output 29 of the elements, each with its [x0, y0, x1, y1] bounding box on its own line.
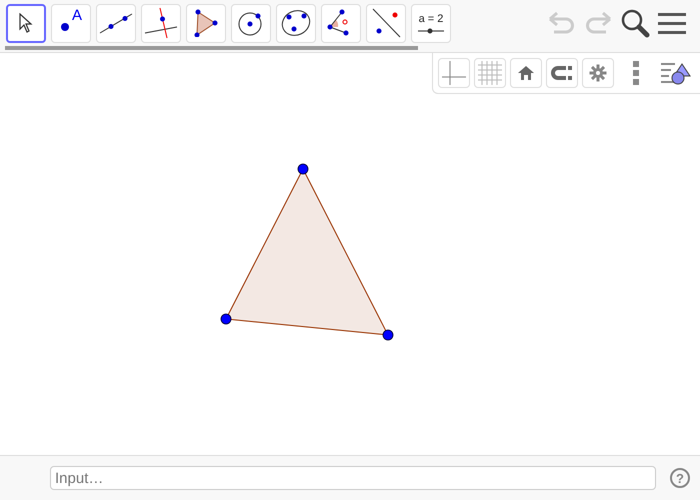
style-button[interactable]	[546, 58, 578, 88]
ellipse-icon	[280, 9, 312, 37]
search-button[interactable]	[620, 8, 650, 38]
shapes-icon	[661, 61, 691, 85]
style-button[interactable]	[438, 58, 470, 88]
axes-icon	[441, 60, 467, 86]
tool-button[interactable]: A	[51, 4, 91, 42]
point-icon	[60, 22, 70, 32]
pointer-icon	[19, 13, 33, 33]
reflect-icon	[370, 7, 402, 39]
more-icon	[633, 61, 639, 85]
slider-icon	[418, 28, 444, 34]
style-button[interactable]	[582, 58, 614, 88]
tool-button[interactable]: a = 2	[411, 4, 451, 42]
point-label: A	[72, 6, 82, 24]
magnet-icon	[550, 64, 574, 82]
style-button[interactable]	[510, 58, 542, 88]
grid-icon	[478, 61, 502, 85]
slider-label: a = 2	[418, 12, 444, 24]
triangle-drawing[interactable]	[220, 164, 394, 340]
triangle-icon	[194, 9, 218, 37]
home-icon	[517, 65, 535, 81]
perpendicular-icon	[144, 7, 178, 39]
settings-icon	[589, 64, 607, 82]
input-field[interactable]: Input…	[50, 466, 656, 490]
scrollbar[interactable]	[5, 46, 418, 50]
tool-button[interactable]	[6, 4, 46, 42]
line-icon	[99, 11, 133, 35]
menu-button[interactable]	[658, 11, 686, 35]
